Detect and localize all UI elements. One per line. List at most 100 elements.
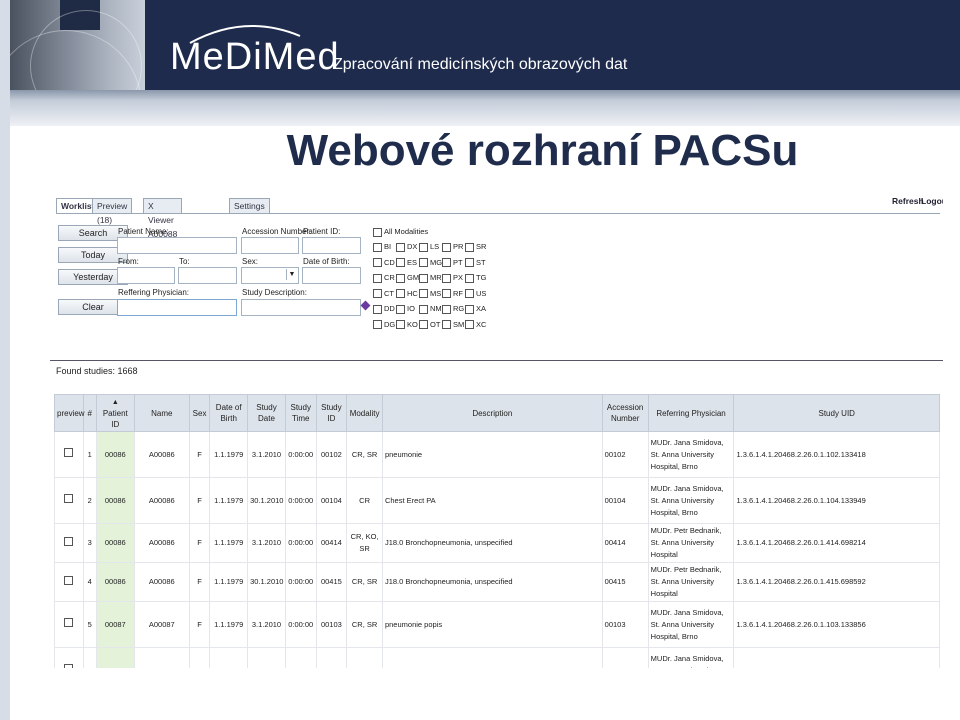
checkbox-icon[interactable]	[373, 258, 382, 268]
modality-checkbox-io[interactable]: IO	[396, 304, 415, 314]
accession-number-input[interactable]	[241, 237, 299, 254]
chevron-down-icon[interactable]: ▼	[286, 269, 297, 280]
tab-settings[interactable]: Settings	[229, 198, 270, 213]
col-preview[interactable]: preview	[54, 394, 85, 432]
checkbox-icon[interactable]	[419, 289, 428, 299]
col-sex[interactable]: Sex	[188, 394, 211, 432]
modality-checkbox-ot[interactable]: OT	[419, 320, 440, 330]
modality-checkbox-nm[interactable]: NM	[419, 304, 442, 314]
checkbox-icon[interactable]	[419, 320, 428, 330]
modality-checkbox-mg[interactable]: MG	[419, 258, 442, 268]
refresh-link[interactable]: Refresh	[892, 196, 924, 206]
study-description-input[interactable]	[241, 299, 361, 316]
col-date-of-birth[interactable]: Date of Birth	[209, 394, 249, 432]
tab-viewer[interactable]: X Viewer A00088 /00105	[143, 198, 183, 253]
table-row[interactable]: 3 00086 A00086 F 1.1.1979 3.1.2010 0:00:00 0041…	[54, 523, 940, 563]
checkbox-icon[interactable]	[465, 304, 474, 314]
checkbox-icon[interactable]	[396, 304, 405, 314]
col-study-time[interactable]: Study Time	[284, 394, 317, 432]
table-row[interactable]: 4 00086 A00086 F 1.1.1979 30.1.2010 0:00:00 004…	[54, 562, 940, 602]
modality-checkbox-ko[interactable]: KO	[396, 320, 418, 330]
col-number[interactable]: #	[82, 394, 97, 432]
modality-checkbox-es[interactable]: ES	[396, 258, 417, 268]
modality-checkbox-tg[interactable]: TG	[465, 273, 486, 283]
col-accession-number[interactable]: Accession Number	[601, 394, 649, 432]
checkbox-icon[interactable]	[396, 273, 405, 283]
col-study-date[interactable]: Study Date	[247, 394, 286, 432]
patient-id-input[interactable]	[302, 237, 361, 254]
checkbox-icon[interactable]	[465, 320, 474, 330]
modality-checkbox-sr[interactable]: SR	[465, 242, 486, 252]
checkbox-icon[interactable]	[396, 258, 405, 268]
checkbox-icon[interactable]	[442, 258, 451, 268]
modality-checkbox-dg[interactable]: DG	[373, 320, 395, 330]
modality-checkbox-ct[interactable]: CT	[373, 289, 394, 299]
checkbox-icon[interactable]	[373, 273, 382, 283]
checkbox-icon[interactable]	[442, 273, 451, 283]
referring-physician-input[interactable]	[117, 299, 237, 316]
preview-checkbox[interactable]	[64, 618, 74, 627]
col-description[interactable]: Description	[381, 394, 603, 432]
from-date-input[interactable]	[117, 267, 175, 284]
checkbox-icon[interactable]	[465, 258, 474, 268]
checkbox-icon[interactable]	[373, 320, 382, 330]
modality-checkbox-hc[interactable]: HC	[396, 289, 418, 299]
modality-checkbox-pr[interactable]: PR	[442, 242, 463, 252]
modality-checkbox-bi[interactable]: BI	[373, 242, 391, 252]
checkbox-icon[interactable]	[419, 304, 428, 314]
modality-checkbox-xc[interactable]: XC	[465, 320, 486, 330]
checkbox-icon[interactable]	[396, 289, 405, 299]
table-row[interactable]: 2 00086 A00086 F 1.1.1979 30.1.2010 0:00:00 001…	[54, 477, 940, 524]
checkbox-icon[interactable]	[419, 258, 428, 268]
date-of-birth-input[interactable]	[302, 267, 361, 284]
table-row[interactable]: 5 00087 A00087 F 1.1.1979 3.1.2010 0:00:00 0010…	[54, 601, 940, 648]
preview-checkbox[interactable]	[64, 536, 74, 546]
to-date-input[interactable]	[178, 267, 237, 284]
modality-checkbox-sm[interactable]: SM	[442, 320, 464, 330]
checkbox-icon[interactable]	[442, 304, 451, 314]
modality-checkbox-st[interactable]: ST	[465, 258, 486, 268]
modality-checkbox-cd[interactable]: CD	[373, 258, 395, 268]
checkbox-icon[interactable]	[442, 289, 451, 299]
modality-checkbox-ls[interactable]: LS	[419, 242, 439, 252]
all-modalities-checkbox[interactable]: All Modalities	[373, 227, 428, 237]
col-name[interactable]: Name	[133, 394, 190, 432]
col-study-uid[interactable]: Study UID	[733, 394, 940, 432]
modality-checkbox-px[interactable]: PX	[442, 273, 463, 283]
modality-checkbox-dx[interactable]: DX	[396, 242, 417, 252]
checkbox-icon[interactable]	[465, 289, 474, 299]
preview-checkbox[interactable]	[64, 448, 74, 457]
col-modality[interactable]: Modality	[346, 394, 383, 432]
col-study-id[interactable]: Study ID	[315, 394, 348, 432]
col-referring-physician[interactable]: Referring Physician	[647, 394, 735, 432]
checkbox-icon[interactable]	[465, 242, 474, 252]
modality-checkbox-gm[interactable]: GM	[396, 273, 419, 283]
modality-checkbox-cr[interactable]: CR	[373, 273, 395, 283]
modality-checkbox-mr[interactable]: MR	[419, 273, 442, 283]
checkbox-icon[interactable]	[442, 320, 451, 330]
checkbox-icon[interactable]	[442, 242, 451, 252]
preview-checkbox[interactable]	[64, 575, 74, 585]
preview-checkbox[interactable]	[64, 494, 74, 503]
modality-checkbox-us[interactable]: US	[465, 289, 486, 299]
table-row[interactable]: 600087A00087F1.1.19793.1.20100:00:000012…	[54, 647, 940, 668]
checkbox-icon[interactable]	[373, 304, 382, 314]
checkbox-icon[interactable]	[373, 242, 382, 252]
table-row[interactable]: 1 00086 A00086 F 1.1.1979 3.1.2010 0:00:00 0010…	[54, 431, 940, 478]
modality-checkbox-ms[interactable]: MS	[419, 289, 441, 299]
sex-select[interactable]: ▼	[241, 267, 299, 284]
modality-checkbox-rf[interactable]: RF	[442, 289, 463, 299]
checkbox-icon[interactable]	[396, 242, 405, 252]
checkbox-icon[interactable]	[419, 242, 428, 252]
modality-checkbox-dd[interactable]: DD	[373, 304, 395, 314]
tab-preview[interactable]: Preview (18)	[92, 198, 133, 225]
checkbox-icon[interactable]	[465, 273, 474, 283]
preview-checkbox[interactable]	[64, 664, 74, 668]
modality-checkbox-rg[interactable]: RG	[442, 304, 464, 314]
checkbox-icon[interactable]	[373, 289, 382, 299]
modality-checkbox-xa[interactable]: XA	[465, 304, 486, 314]
patient-name-input[interactable]	[117, 237, 237, 254]
logout-link[interactable]: Logout	[921, 196, 943, 206]
modality-checkbox-pt[interactable]: PT	[442, 258, 463, 268]
checkbox-icon[interactable]	[419, 273, 428, 283]
